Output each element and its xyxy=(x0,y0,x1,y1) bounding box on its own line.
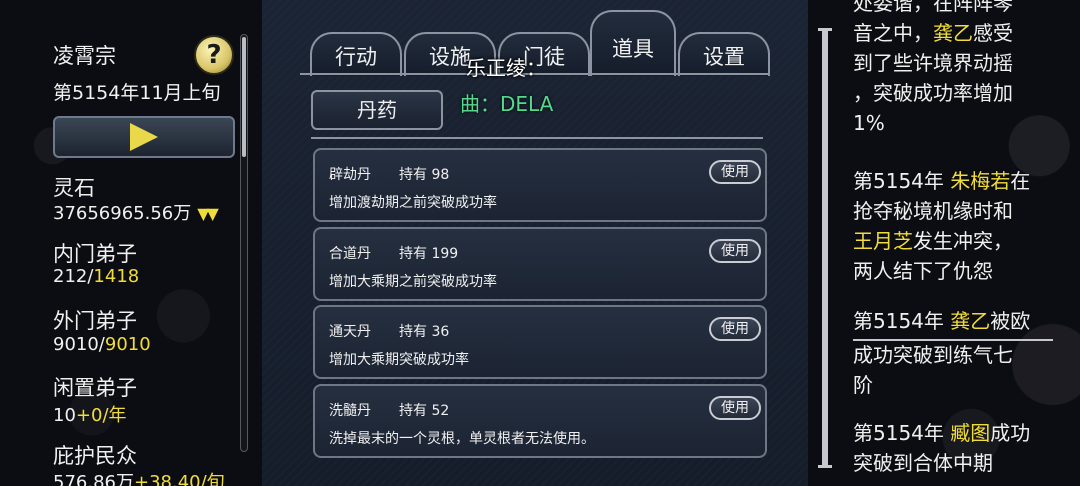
event-log-entry: 第5154年 朱梅若在 抢夺秘境机缘时和 王月芝发生冲突， 两人结下了仇怨 xyxy=(853,166,1063,286)
event-log: 处委谐，在阵阵琴 音之中，龚乙感受 到了些许境界动摇 ，突破成功率增加 1% xyxy=(853,0,1063,138)
log-line: 突破到合体中期 xyxy=(853,451,993,475)
item-name: 通天丹 xyxy=(329,324,371,340)
log-line: ，突破成功率增加 xyxy=(853,81,1013,105)
character-name: 朱梅若 xyxy=(950,169,1011,193)
character-name: 臧图 xyxy=(950,421,991,445)
item-count: 持有 98 xyxy=(399,167,450,183)
log-line: 1% xyxy=(853,111,885,135)
spirit-stones-label: 灵石 xyxy=(53,176,95,200)
character-name: 龚乙 xyxy=(933,21,973,45)
character-name: 王月芝 xyxy=(853,229,913,253)
protected-people-rate: +38.40/旬 xyxy=(133,472,225,486)
overlay-composer: 曲：DELA xyxy=(460,92,554,116)
log-line: 第5154年 臧图成功 xyxy=(853,421,1031,445)
log-line: 阶 xyxy=(853,373,873,397)
item-name: 洗髓丹 xyxy=(329,403,371,419)
event-log-entry-partial: 第5154年 龚乙被欧 xyxy=(853,306,1063,332)
trend-down-icon: ▼▼ xyxy=(197,204,219,223)
outer-disciples-label: 外门弟子 xyxy=(53,309,137,333)
tab-actions[interactable]: 行动 xyxy=(310,32,402,76)
log-line: 到了些许境界动摇 xyxy=(853,51,1013,75)
protected-people-value: 576.86万+38.40/旬 xyxy=(53,468,225,486)
list-item: 通天丹 持有 36 增加大乘期突破成功率 使用 xyxy=(313,305,767,379)
item-count: 持有 52 xyxy=(399,403,450,419)
spirit-stones-value: 37656965.56万 ▼▼ xyxy=(53,199,219,225)
log-line: 抢夺秘境机缘时和 xyxy=(853,199,1013,223)
help-icon[interactable]: ? xyxy=(194,35,234,75)
list-item: 洗髓丹 持有 52 洗掉最末的一个灵根，单灵根者无法使用。 使用 xyxy=(313,384,767,458)
category-pills-button[interactable]: 丹药 xyxy=(311,90,443,130)
idle-disciples-rate: +0/年 xyxy=(75,405,127,426)
event-log-entry: 第5154年 臧图成功 突破到合体中期 xyxy=(853,418,1063,478)
idle-disciples-value: 10+0/年 xyxy=(53,401,127,427)
play-icon xyxy=(130,123,158,151)
protected-people-label: 庇护民众 xyxy=(53,444,137,468)
character-name: 龚乙 xyxy=(950,309,991,332)
log-line: 第5154年 龚乙被欧 xyxy=(853,309,1031,332)
item-desc: 增加大乘期之前突破成功率 xyxy=(329,274,497,290)
sect-name: 凌霄宗 xyxy=(53,44,116,68)
inner-disciples-max: 1418 xyxy=(93,266,140,287)
advance-time-button[interactable] xyxy=(53,116,235,158)
spirit-stones-amount: 37656965.56万 xyxy=(53,203,192,224)
item-desc: 洗掉最末的一个灵根，单灵根者无法使用。 xyxy=(329,431,595,447)
log-line: 两人结下了仇怨 xyxy=(853,259,993,283)
event-log-entry: 成功突破到练气七 阶 xyxy=(853,340,1063,400)
item-count: 持有 36 xyxy=(399,324,450,340)
use-button[interactable]: 使用 xyxy=(709,396,761,420)
overlay-singer: 乐正绫： xyxy=(466,56,546,80)
item-desc: 增加渡劫期之前突破成功率 xyxy=(329,195,497,211)
category-divider xyxy=(311,137,763,139)
item-desc: 增加大乘期突破成功率 xyxy=(329,352,469,368)
item-count: 持有 199 xyxy=(399,246,459,262)
tab-settings[interactable]: 设置 xyxy=(678,32,770,76)
list-item: 合道丹 持有 199 增加大乘期之前突破成功率 使用 xyxy=(313,227,767,301)
inner-disciples-value: 212/1418 xyxy=(53,266,139,287)
sidebar-scroll-thumb[interactable] xyxy=(242,37,246,157)
game-date: 第5154年11月上旬 xyxy=(53,82,221,104)
item-name: 合道丹 xyxy=(329,246,371,262)
use-button[interactable]: 使用 xyxy=(709,317,761,341)
outer-disciples-max: 9010 xyxy=(104,334,151,355)
use-button[interactable]: 使用 xyxy=(709,239,761,263)
log-line: 第5154年 朱梅若在 xyxy=(853,169,1031,193)
outer-disciples-current: 9010/ xyxy=(53,334,105,355)
inner-disciples-label: 内门弟子 xyxy=(53,242,137,266)
protected-people-current: 576.86万 xyxy=(53,472,134,486)
item-name: 辟劫丹 xyxy=(329,167,371,183)
idle-disciples-current: 10 xyxy=(53,405,76,426)
log-scrollbar[interactable] xyxy=(818,28,832,468)
outer-disciples-value: 9010/9010 xyxy=(53,334,151,355)
log-line: 王月芝发生冲突， xyxy=(853,229,1013,253)
use-button[interactable]: 使用 xyxy=(709,160,761,184)
idle-disciples-label: 闲置弟子 xyxy=(53,376,137,400)
log-line: 处委谐，在阵阵琴 xyxy=(853,0,1013,15)
list-item: 辟劫丹 持有 98 增加渡劫期之前突破成功率 使用 xyxy=(313,148,767,222)
log-line: 成功突破到练气七 xyxy=(853,343,1013,367)
tab-items[interactable]: 道具 xyxy=(590,10,676,76)
log-line: 音之中，龚乙感受 xyxy=(853,21,1013,45)
inner-disciples-current: 212/ xyxy=(53,266,94,287)
sidebar-scrollbar[interactable] xyxy=(240,34,248,452)
